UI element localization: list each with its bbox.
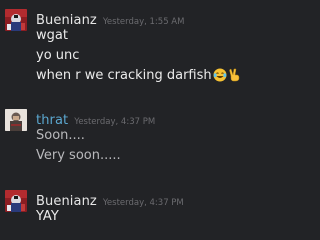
message-lines: Soon.... Very soon..... [36,126,248,166]
message-lines: wgat yo unc when r we cracking darfish [36,26,248,86]
message-line: wgat [36,28,68,43]
message-line-with-emoji: when r we cracking darfish [36,66,248,86]
message-line: Very soon..... [36,148,121,163]
message-header: Buenianz Yesterday, 1:55 AM [36,9,184,28]
message-header: Buenianz Yesterday, 4:37 PM [36,190,184,209]
chat-log: Buenianz Yesterday, 1:55 AM wgat yo unc w… [0,0,250,240]
message-line-text: when r we cracking darfish [36,68,212,83]
buenianz-avatar-icon[interactable] [5,9,27,31]
thrat-avatar-icon[interactable] [5,109,27,131]
buenianz-avatar-icon[interactable] [5,190,27,212]
message-line: yo unc [36,48,80,63]
laughing-tears-emoji-icon [213,68,227,89]
message-line: YAY [36,209,59,224]
victory-hand-emoji-icon [228,68,241,89]
message-header: thrat Yesterday, 4:37 PM [36,109,155,128]
message-line: Soon.... [36,128,85,143]
message-lines: YAY [36,207,248,227]
